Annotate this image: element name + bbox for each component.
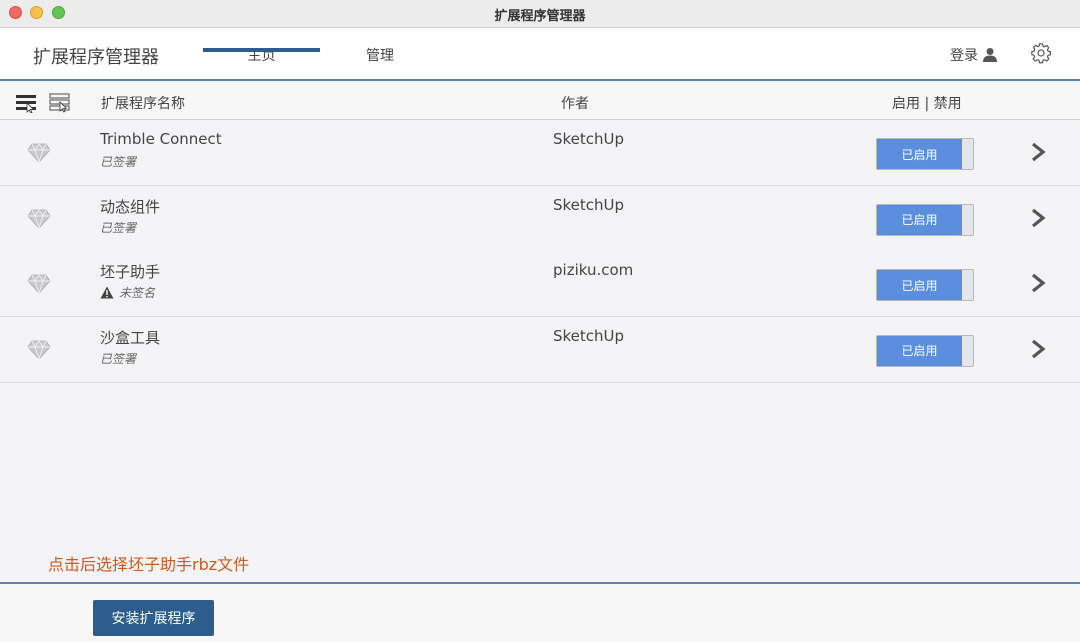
gem-icon [27, 274, 51, 295]
extension-signature: 已签署 [100, 350, 136, 367]
signature-label: 未签名 [119, 286, 156, 300]
extension-author: SketchUp [553, 195, 625, 214]
signature-label: 已签署 [100, 220, 137, 235]
warning-icon [100, 286, 114, 299]
tab-manage[interactable]: 管理 [330, 45, 430, 65]
chevron-right-icon[interactable] [1030, 142, 1046, 162]
toggle-label: 已启用 [877, 335, 962, 366]
extension-author: piziku.com [553, 261, 634, 279]
extension-signature: 未签名 [100, 284, 155, 301]
column-header: 扩展程序名称 作者 启用 | 禁用 [0, 82, 1080, 120]
signature-label: 已签署 [100, 155, 137, 169]
column-status-header: 启用 | 禁用 [892, 96, 962, 112]
extension-signature: 已签署 [100, 153, 136, 170]
app-title: 扩展程序管理器 [33, 47, 159, 68]
annotation-hint: 点击后选择坯子助手rbz文件 [48, 555, 250, 574]
extension-row[interactable]: 沙盒工具已签署 SketchUp 已启用 [0, 316, 1080, 383]
extension-name: 坯子助手 [100, 263, 161, 281]
gem-icon [27, 339, 51, 360]
column-author-header: 作者 [561, 96, 589, 112]
footer-bar: 安装扩展程序 [0, 582, 1080, 642]
enable-toggle[interactable]: 已启用 [876, 334, 974, 367]
gem-icon [27, 143, 51, 164]
chevron-right-icon[interactable] [1030, 208, 1046, 228]
detail-view-icon[interactable] [49, 93, 71, 113]
extension-author: SketchUp [553, 130, 625, 148]
toggle-label: 已启用 [877, 204, 962, 235]
login-label: 登录 [950, 48, 978, 64]
login-button[interactable]: 登录 [950, 45, 998, 65]
column-name-header: 扩展程序名称 [101, 96, 185, 112]
app-header: 扩展程序管理器 主页 管理 登录 [0, 28, 1080, 81]
extension-name: Trimble Connect [100, 130, 222, 148]
extension-row[interactable]: Trimble Connect 已签署 SketchUp 已启用 [0, 120, 1080, 186]
chevron-right-icon[interactable] [1030, 339, 1046, 359]
gear-icon[interactable] [1030, 42, 1052, 64]
chevron-right-icon[interactable] [1030, 273, 1046, 293]
gem-icon [27, 208, 51, 229]
enable-toggle[interactable]: 已启用 [876, 269, 974, 301]
install-extension-button[interactable]: 安装扩展程序 [93, 600, 214, 636]
enable-toggle[interactable]: 已启用 [876, 138, 974, 170]
extension-name: 沙盒工具 [100, 328, 161, 347]
title-bar: 扩展程序管理器 [0, 0, 1080, 28]
extension-row[interactable]: 坯子助手未签名 piziku.com 已启用 [0, 251, 1080, 317]
toggle-label: 已启用 [877, 139, 962, 169]
list-view-icon[interactable] [15, 93, 37, 113]
window-title: 扩展程序管理器 [494, 9, 586, 24]
toggle-label: 已启用 [877, 270, 962, 300]
extension-name: 动态组件 [100, 197, 161, 216]
active-tab-indicator [203, 48, 320, 52]
extension-signature: 已签署 [100, 219, 136, 236]
signature-label: 已签署 [100, 351, 137, 366]
extension-row[interactable]: 动态组件已签署 SketchUp 已启用 [0, 185, 1080, 252]
enable-toggle[interactable]: 已启用 [876, 203, 974, 236]
extension-author: SketchUp [553, 326, 625, 345]
user-icon [983, 48, 997, 62]
